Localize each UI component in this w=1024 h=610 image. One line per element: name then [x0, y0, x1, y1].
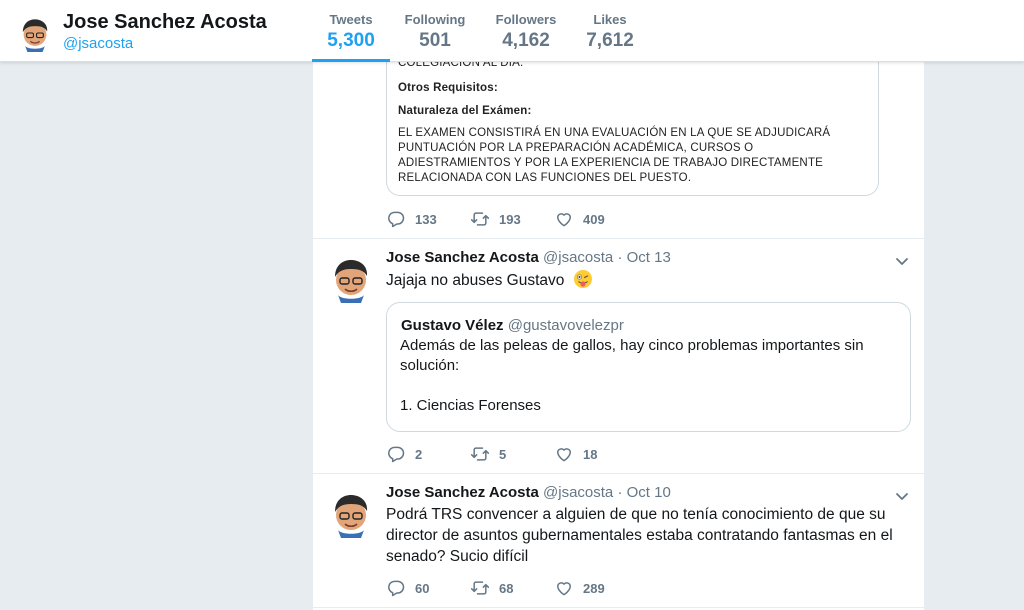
quoted-author-name: Gustavo Vélez	[401, 317, 504, 334]
reply-count: 60	[415, 580, 430, 596]
retweet-count: 193	[499, 211, 521, 227]
separator-dot: ·	[617, 484, 623, 501]
tweet-author-name[interactable]: Jose Sanchez Acosta	[386, 484, 539, 501]
reply-button[interactable]: 2	[386, 443, 422, 465]
profile-name[interactable]: Jose Sanchez Acosta	[63, 11, 267, 34]
tweet-text: Jajaja no abuses Gustavo	[386, 269, 916, 291]
stat-tweets[interactable]: Tweets 5,300	[320, 12, 382, 52]
reply-icon	[388, 211, 405, 228]
like-button[interactable]: 409	[554, 208, 605, 230]
tweet-text: Podrá TRS convencer a alguien de que no …	[386, 506, 893, 565]
retweet-count: 5	[499, 446, 507, 462]
tweet-author-handle[interactable]: @jsacosta	[543, 484, 613, 501]
profile-header-bar: Jose Sanchez Acosta @jsacosta Tweets 5,3…	[0, 0, 1024, 62]
tweet[interactable]: Jose Sanchez Acosta @jsacosta · Oct 13 J…	[313, 239, 924, 474]
stat-value: 501	[419, 30, 451, 51]
retweet-button[interactable]: 68	[470, 577, 513, 599]
reply-count: 133	[415, 211, 437, 227]
avatar[interactable]	[326, 253, 376, 303]
tweet-actions: 133 193 409	[386, 208, 786, 230]
chevron-down-icon[interactable]	[894, 488, 910, 504]
winking-face-with-tongue-icon	[573, 270, 592, 288]
stat-label: Following	[404, 12, 466, 27]
doc-line: ADIESTRAMIENTOS Y POR LA EXPERIENCIA DE …	[398, 157, 824, 169]
reply-count: 2	[415, 446, 423, 462]
heart-icon	[557, 582, 571, 596]
stat-value: 5,300	[327, 30, 375, 51]
retweet-count: 68	[499, 580, 514, 596]
stat-label: Tweets	[329, 12, 373, 27]
doc-line: Naturaleza del Exámen:	[398, 105, 532, 117]
stat-label: Followers	[495, 12, 557, 27]
stat-following[interactable]: Following 501	[400, 12, 470, 52]
tweet-text-body: Jajaja no abuses Gustavo	[386, 272, 565, 289]
heart-icon	[557, 213, 571, 227]
tweet-header: Jose Sanchez Acosta @jsacosta · Oct 10	[386, 484, 671, 501]
like-button[interactable]: 289	[554, 577, 605, 599]
doc-line: EL EXAMEN CONSISTIRÁ EN UNA EVALUACIÓN E…	[398, 127, 831, 139]
like-button[interactable]: 18	[554, 443, 597, 465]
doc-line: RELACIONADA CON LAS FUNCIONES DEL PUESTO…	[398, 172, 692, 184]
avatar[interactable]	[326, 488, 376, 538]
retweet-icon	[470, 581, 490, 595]
active-tab-indicator	[312, 59, 390, 62]
like-count: 409	[583, 211, 605, 227]
reply-button[interactable]: 60	[386, 577, 429, 599]
tweet-date[interactable]: Oct 10	[627, 484, 671, 501]
reply-icon	[388, 580, 405, 597]
quoted-author-handle: @gustavovelezpr	[507, 317, 624, 334]
tweet-author-handle[interactable]: @jsacosta	[543, 249, 613, 266]
quoted-tweet[interactable]: Gustavo Vélez @gustavovelezpr Además de …	[386, 302, 911, 432]
tweet-header: Jose Sanchez Acosta @jsacosta · Oct 13	[386, 249, 671, 266]
retweet-button[interactable]: 5	[470, 443, 506, 465]
stat-label: Likes	[593, 12, 627, 27]
doc-line: Otros Requisitos:	[398, 82, 498, 94]
reply-icon	[388, 446, 405, 463]
heart-icon	[557, 448, 571, 462]
tweet-author-name[interactable]: Jose Sanchez Acosta	[386, 249, 539, 266]
reply-button[interactable]: 133	[386, 208, 437, 230]
doc-line: PUNTUACIÓN POR LA PREPARACIÓN ACADÉMICA,…	[398, 142, 754, 154]
tweet[interactable]: Jose Sanchez Acosta @jsacosta · Oct 10 P…	[313, 474, 924, 608]
profile-avatar[interactable]	[16, 14, 54, 52]
stat-value: 4,162	[502, 30, 550, 51]
tweet-date[interactable]: Oct 13	[627, 249, 671, 266]
retweet-button[interactable]: 193	[470, 208, 521, 230]
tweet-actions: 60 68 289	[386, 577, 786, 599]
stat-likes[interactable]: Likes 7,612	[582, 12, 638, 52]
profile-handle[interactable]: @jsacosta	[63, 35, 133, 52]
quoted-tweet-header: Gustavo Vélez @gustavovelezpr	[401, 317, 624, 334]
like-count: 18	[583, 446, 598, 462]
like-count: 289	[583, 580, 605, 596]
retweet-icon	[470, 447, 490, 461]
tweet-actions: 2 5 18	[386, 443, 786, 465]
stat-followers[interactable]: Followers 4,162	[490, 12, 562, 52]
quoted-tweet-text: Además de las peleas de gallos, hay cinc…	[400, 337, 864, 414]
stat-value: 7,612	[586, 30, 634, 51]
chevron-down-icon[interactable]	[894, 253, 910, 269]
separator-dot: ·	[617, 249, 623, 266]
retweet-icon	[470, 212, 490, 226]
timeline: COLEGIACIÓN AL DÍA. Otros Requisitos: Na…	[313, 0, 924, 610]
